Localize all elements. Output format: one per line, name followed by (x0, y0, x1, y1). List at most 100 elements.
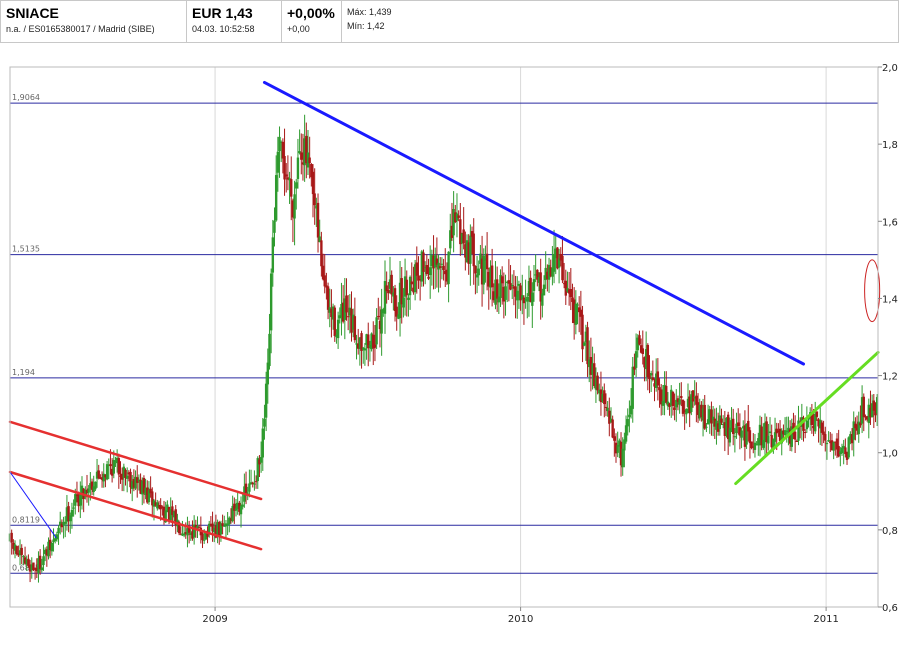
y-tick-label: 1,6 (882, 217, 898, 228)
candle-body (748, 430, 752, 444)
candle-body (862, 396, 865, 417)
candle-body (747, 420, 750, 432)
candle-body (596, 375, 599, 391)
candle-body (705, 426, 708, 428)
y-tick-label: 0,8 (882, 526, 898, 537)
candle-body (202, 539, 206, 541)
y-tick-label: 1,4 (882, 294, 898, 305)
candle-body (511, 284, 514, 286)
y-tick-label: 1,8 (882, 140, 898, 151)
candle-body (626, 419, 629, 427)
candle-body (665, 385, 668, 403)
candle-body (285, 174, 288, 177)
candle-body (832, 442, 835, 451)
candle-body (628, 414, 631, 418)
candle-body (824, 434, 827, 441)
candle-body (457, 215, 460, 218)
ticker-subtitle: n.a. / ES0165380017 / Madrid (SIBE) (6, 24, 155, 34)
day-min: Mín: 1,42 (347, 21, 385, 31)
candle-body (261, 428, 264, 458)
candle-body (276, 151, 280, 173)
candle-body (336, 319, 340, 339)
candle-body (638, 335, 641, 345)
candle-body (320, 240, 323, 267)
candle-body (345, 295, 348, 313)
candle-body (201, 533, 204, 541)
candle-body (477, 268, 480, 276)
candle-body (94, 481, 97, 490)
level-lines: 1,90641,51351,1940,81190,6875 (10, 93, 878, 574)
change-cell: +0,00% +0,00 (282, 1, 342, 42)
candle-body (363, 348, 367, 351)
candle-body (495, 279, 499, 299)
candle-body (542, 284, 546, 296)
candle-body (474, 265, 477, 274)
y-tick-label: 1,2 (882, 372, 898, 383)
candle-body (425, 264, 429, 275)
candle-body (671, 391, 675, 407)
annotation-ellipse (864, 259, 881, 323)
candle-body (42, 556, 45, 566)
candle-body (691, 390, 695, 402)
candle-body (740, 430, 743, 438)
candle-body (300, 152, 303, 160)
quote-header: SNIACE n.a. / ES0165380017 / Madrid (SIB… (0, 0, 899, 43)
candle-body (440, 263, 444, 265)
candle-body (387, 290, 390, 294)
candle-body (377, 315, 380, 317)
last-price: EUR 1,43 (192, 5, 253, 21)
candle-body (569, 289, 573, 298)
candle-body (439, 266, 442, 268)
candle-body (50, 543, 54, 552)
candle-body (827, 440, 830, 442)
candle-body (820, 422, 824, 433)
candle-body (402, 297, 405, 308)
candle-body (323, 275, 326, 287)
day-max: Máx: 1,439 (347, 7, 392, 17)
candle-body (248, 483, 251, 492)
candle-body (239, 505, 243, 515)
annotations-layer (864, 259, 881, 323)
trendline (9, 471, 57, 539)
candle-body (415, 262, 418, 276)
quote-timestamp: 04.03. 10:52:58 (192, 24, 255, 34)
candle-body (561, 255, 564, 281)
candle-body (295, 182, 298, 189)
candle-body (105, 464, 109, 480)
candle-body (703, 404, 706, 429)
candle-body (373, 344, 377, 348)
candle-body (773, 432, 777, 442)
candle-body (656, 371, 660, 386)
trendline (262, 80, 806, 366)
candle-body (490, 265, 494, 288)
x-tick-label: 2011 (813, 614, 838, 625)
candle-body (678, 399, 681, 405)
candle-body (290, 179, 293, 197)
ticker-symbol: SNIACE (6, 5, 59, 21)
candle-body (815, 411, 819, 417)
level-label: 1,5135 (12, 245, 40, 254)
candle-body (346, 316, 350, 318)
candle-body (762, 439, 765, 448)
candle-body (296, 157, 300, 179)
candle-body (117, 458, 121, 475)
candle-body (72, 507, 75, 509)
candle-body (737, 422, 740, 427)
candle-body (437, 262, 440, 270)
candle-body (326, 286, 330, 310)
candle-body (244, 483, 248, 493)
candle-body (728, 427, 732, 443)
candle-body (274, 175, 278, 221)
candle-body (125, 475, 129, 479)
candle-body (733, 436, 737, 438)
candle-body (264, 383, 268, 418)
candle-body (57, 527, 60, 534)
candle-body (228, 517, 231, 525)
candle-body (837, 446, 840, 457)
candle-body (40, 567, 44, 571)
candle-body (651, 377, 655, 380)
candle-body (375, 317, 378, 345)
candle-body (469, 235, 472, 264)
candle-body (263, 418, 266, 427)
candle-body (462, 229, 465, 244)
